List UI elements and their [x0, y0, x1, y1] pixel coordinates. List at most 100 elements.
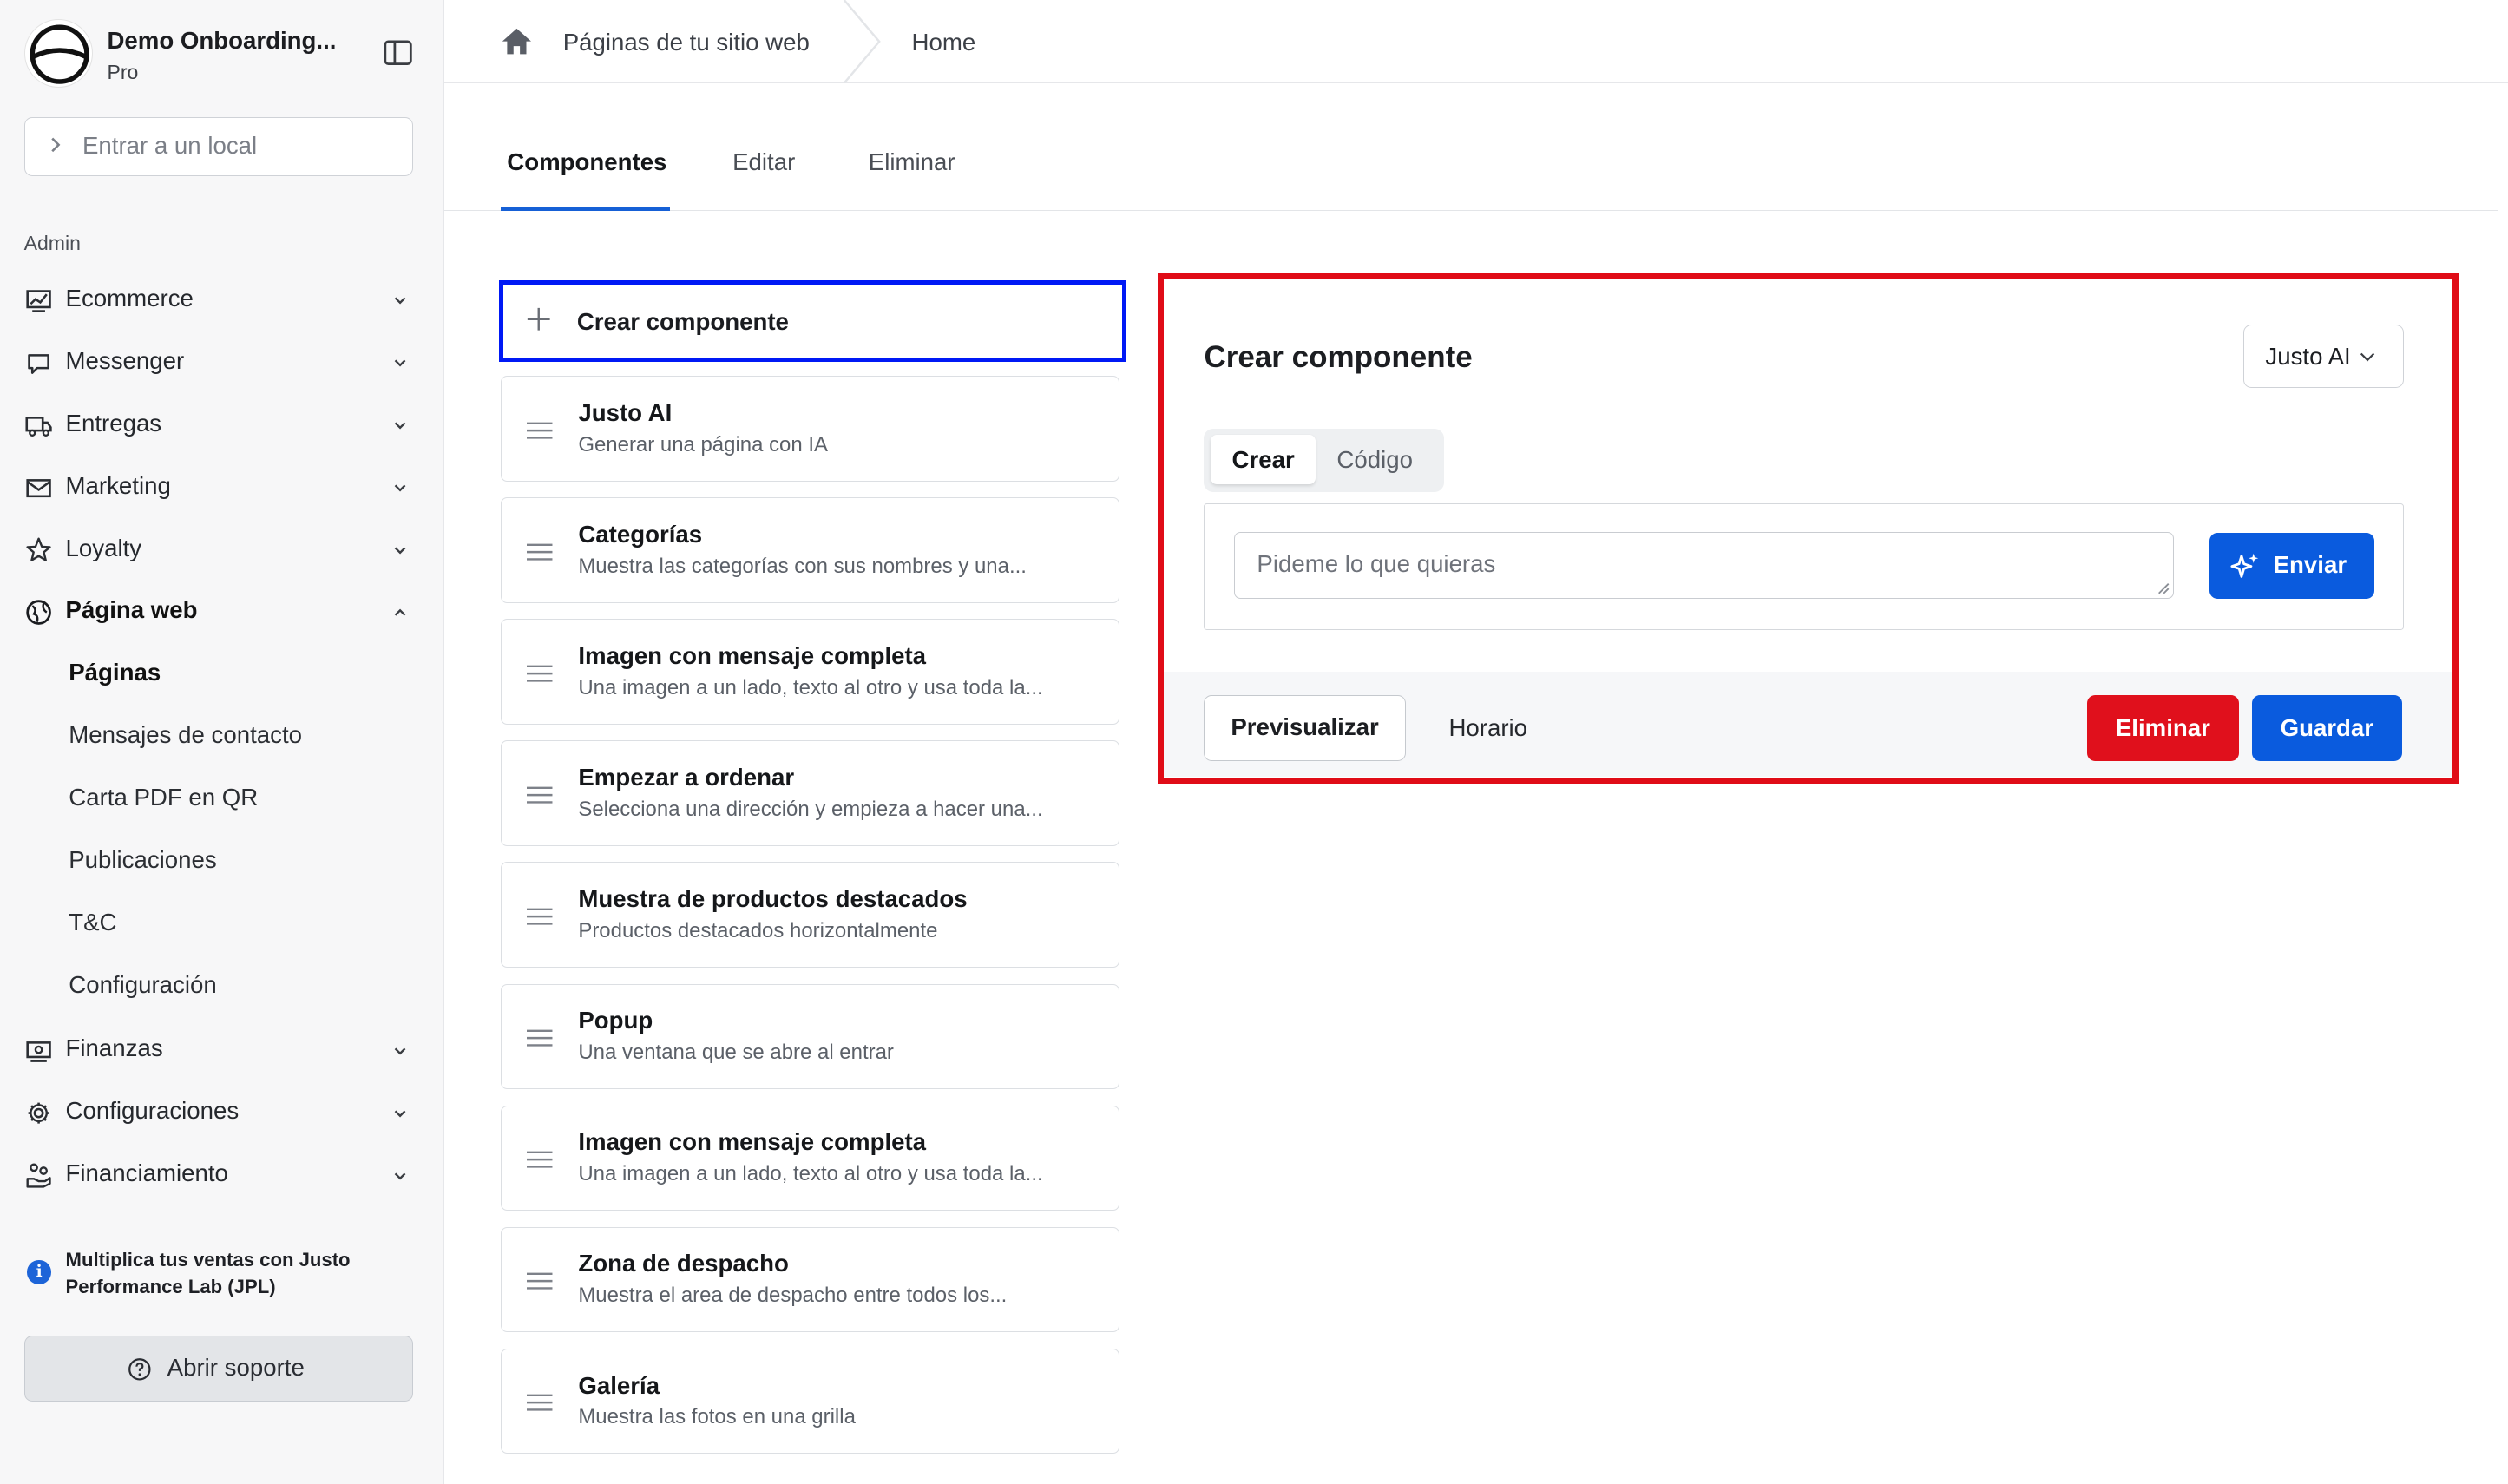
- promo-banner[interactable]: i Multiplica tus ventas con Justo Perfor…: [24, 1244, 417, 1309]
- money-icon: [26, 1041, 51, 1063]
- component-desc: Productos destacados horizontalmente: [578, 918, 938, 942]
- subnav-item-configuracion[interactable]: Configuración: [69, 971, 216, 999]
- brand-switcher[interactable]: Demo Onboarding... Pro: [23, 19, 440, 89]
- breadcrumb: Páginas de tu sitio web Home: [444, 0, 2508, 83]
- store-input[interactable]: Entrar a un local: [23, 116, 413, 176]
- tab-eliminar[interactable]: Eliminar: [869, 148, 955, 176]
- mode-create-button[interactable]: Crear: [1210, 434, 1316, 485]
- component-card[interactable]: Popup Una ventana que se abre al entrar: [500, 983, 1120, 1090]
- send-label: Enviar: [2273, 550, 2347, 578]
- tab-editar[interactable]: Editar: [732, 148, 795, 176]
- nav-item-finanzas[interactable]: Finanzas: [24, 1028, 417, 1074]
- subnav-item-carta-pdf[interactable]: Carta PDF en QR: [69, 784, 258, 811]
- support-label: Abrir soporte: [167, 1354, 305, 1382]
- question-circle-icon: [128, 1358, 151, 1381]
- drag-handle-icon[interactable]: [527, 786, 553, 804]
- section-label-admin: Admin: [23, 232, 81, 255]
- globe-icon: [25, 600, 51, 626]
- nav-label: Financiamiento: [65, 1159, 228, 1187]
- subnav-item-mensajes-contacto[interactable]: Mensajes de contacto: [69, 721, 302, 749]
- editor-title: Crear componente: [1204, 340, 1473, 375]
- send-button[interactable]: Enviar: [2209, 533, 2374, 599]
- active-tab-indicator: [500, 206, 671, 212]
- component-desc: Muestra las fotos en una grilla: [578, 1405, 856, 1429]
- sidebar-toggle-icon[interactable]: [384, 40, 413, 66]
- delete-button[interactable]: Eliminar: [2086, 695, 2239, 761]
- nav-item-configuraciones[interactable]: Configuraciones: [24, 1091, 417, 1136]
- chevron-right-icon: [51, 137, 61, 153]
- nav-item-loyalty[interactable]: Loyalty: [24, 528, 417, 573]
- schedule-button[interactable]: Horario: [1448, 714, 1527, 742]
- nav-item-pagina-web[interactable]: Página web: [24, 590, 417, 635]
- brand-logo-icon: [23, 19, 93, 89]
- component-title: Empezar a ordenar: [578, 764, 795, 791]
- breadcrumb-parent[interactable]: Páginas de tu sitio web: [563, 29, 810, 56]
- component-card[interactable]: Imagen con mensaje completa Una imagen a…: [500, 619, 1120, 725]
- chevron-down-icon: [394, 297, 406, 305]
- sidebar: Demo Onboarding... Pro Entrar a un local…: [0, 0, 445, 1484]
- component-title: Galería: [578, 1371, 660, 1399]
- mode-code-button[interactable]: Código: [1336, 435, 1413, 484]
- prompt-placeholder: Pideme lo que quieras: [1257, 549, 1496, 577]
- nav-item-entregas[interactable]: Entregas: [24, 403, 417, 448]
- drag-handle-icon[interactable]: [527, 665, 553, 682]
- brand-plan: Pro: [107, 61, 139, 84]
- component-card[interactable]: Justo AI Generar una página con IA: [500, 376, 1120, 482]
- component-desc: Generar una página con IA: [578, 432, 828, 456]
- nav-item-ecommerce[interactable]: Ecommerce: [24, 279, 417, 324]
- nav-label: Loyalty: [65, 534, 142, 561]
- tab-componentes[interactable]: Componentes: [507, 148, 666, 176]
- chevron-down-icon: [394, 1172, 406, 1180]
- component-card[interactable]: Categorías Muestra las categorías con su…: [500, 497, 1120, 603]
- prompt-input[interactable]: Pideme lo que quieras: [1233, 531, 2175, 599]
- drag-handle-icon[interactable]: [527, 1272, 553, 1290]
- nav-item-financiamiento[interactable]: Financiamiento: [24, 1153, 417, 1198]
- component-type-select[interactable]: Justo AI: [2243, 324, 2404, 389]
- resize-grip-icon[interactable]: [2156, 581, 2170, 595]
- nav-item-messenger[interactable]: Messenger: [24, 341, 417, 386]
- component-card[interactable]: Zona de despacho Muestra el area de desp…: [500, 1226, 1120, 1333]
- chart-icon: [26, 290, 51, 312]
- home-icon[interactable]: [501, 27, 533, 56]
- nav-item-marketing[interactable]: Marketing: [24, 465, 417, 510]
- star-icon: [26, 537, 51, 562]
- nav-label: Messenger: [65, 346, 185, 374]
- drag-handle-icon[interactable]: [527, 1394, 553, 1411]
- mail-icon: [26, 478, 51, 497]
- component-title: Popup: [578, 1007, 653, 1034]
- subnav-item-tyc[interactable]: T&C: [69, 909, 116, 936]
- component-card[interactable]: Imagen con mensaje completa Una imagen a…: [500, 1105, 1120, 1211]
- component-desc: Selecciona una dirección y empieza a hac…: [578, 797, 1043, 821]
- chevron-down-icon: [394, 547, 406, 555]
- mode-toggle: Crear Código: [1204, 428, 1444, 493]
- component-desc: Una imagen a un lado, texto al otro y us…: [578, 1162, 1043, 1186]
- brand-name: Demo Onboarding...: [107, 27, 337, 55]
- create-component-button[interactable]: Crear componente: [499, 279, 1126, 362]
- subnav-item-publicaciones[interactable]: Publicaciones: [69, 846, 216, 874]
- subnav-item-paginas[interactable]: Páginas: [69, 659, 161, 686]
- preview-button[interactable]: Previsualizar: [1204, 695, 1406, 761]
- nav-label: Página web: [65, 596, 198, 624]
- chevron-up-icon: [394, 608, 406, 616]
- component-title: Justo AI: [578, 398, 673, 426]
- component-desc: Muestra las categorías con sus nombres y…: [578, 554, 1027, 578]
- component-card[interactable]: Galería Muestra las fotos en una grilla: [500, 1348, 1120, 1454]
- nav-label: Marketing: [65, 471, 171, 499]
- drag-handle-icon[interactable]: [527, 1029, 553, 1047]
- save-button[interactable]: Guardar: [2251, 695, 2402, 761]
- drag-handle-icon[interactable]: [527, 908, 553, 925]
- drag-handle-icon[interactable]: [527, 422, 553, 439]
- component-title: Muestra de productos destacados: [578, 885, 968, 913]
- drag-handle-icon[interactable]: [527, 1151, 553, 1168]
- component-card[interactable]: Empezar a ordenar Selecciona una direcci…: [500, 740, 1120, 846]
- component-editor-panel: Crear componente Justo AI Crear Código P…: [1158, 273, 2459, 785]
- drag-handle-icon[interactable]: [527, 543, 553, 561]
- plus-icon: [527, 308, 550, 331]
- subnav-guide-line: [35, 642, 37, 1016]
- chevron-down-icon: [394, 1110, 406, 1118]
- component-desc: Muestra el area de despacho entre todos …: [578, 1284, 1008, 1308]
- promo-text: Multiplica tus ventas con Justo Performa…: [65, 1248, 351, 1298]
- prompt-container: Pideme lo que quieras Enviar: [1204, 503, 2404, 630]
- component-card[interactable]: Muestra de productos destacados Producto…: [500, 862, 1120, 969]
- open-support-button[interactable]: Abrir soporte: [23, 1335, 413, 1402]
